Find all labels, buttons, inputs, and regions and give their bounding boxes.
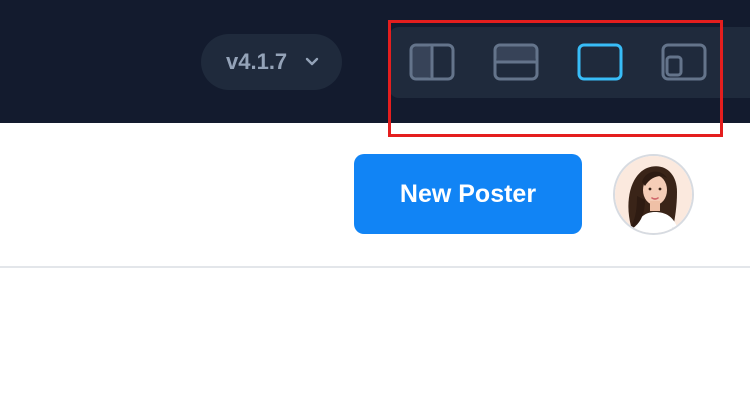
top-bar: v4.1.7 bbox=[0, 0, 750, 123]
version-label: v4.1.7 bbox=[226, 49, 288, 74]
floating-pane-icon[interactable] bbox=[661, 43, 707, 81]
version-selector[interactable]: v4.1.7 bbox=[201, 34, 342, 90]
single-pane-icon[interactable] bbox=[577, 43, 623, 81]
chevron-down-icon bbox=[305, 57, 319, 66]
section-divider bbox=[0, 266, 750, 268]
split-horizontal-icon[interactable] bbox=[493, 43, 539, 81]
split-vertical-icon[interactable] bbox=[409, 43, 455, 81]
new-poster-button[interactable]: New Poster bbox=[354, 154, 582, 234]
avatar-portrait-icon bbox=[615, 156, 692, 233]
user-avatar[interactable] bbox=[613, 154, 694, 235]
layout-switcher bbox=[389, 27, 750, 98]
